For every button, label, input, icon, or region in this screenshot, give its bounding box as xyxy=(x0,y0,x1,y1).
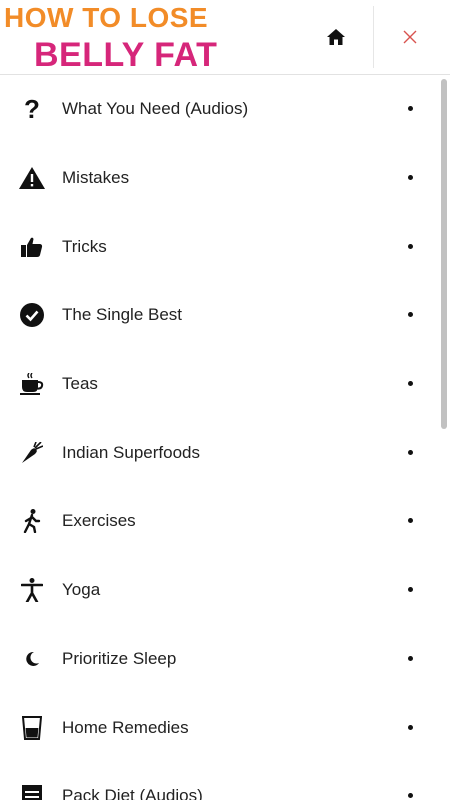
menu-item-label: What You Need (Audios) xyxy=(62,99,249,119)
notepad-icon xyxy=(18,782,46,800)
glass-icon xyxy=(18,714,46,742)
menu-item-label: Pack Diet (Audios) xyxy=(62,786,203,800)
menu-item-label: The Single Best xyxy=(62,305,183,325)
header-divider xyxy=(373,6,374,68)
menu-item-mistakes[interactable]: Mistakes xyxy=(0,144,435,213)
menu-item-the-single-best[interactable]: The Single Best xyxy=(0,281,435,350)
menu-item-label: Mistakes xyxy=(62,168,130,188)
menu-item-yoga[interactable]: Yoga xyxy=(0,556,435,625)
bullet-dot xyxy=(408,175,413,181)
logo-line-1: HOW TO LOSE xyxy=(4,2,209,33)
carrot-icon xyxy=(18,439,46,467)
tea-cup-icon xyxy=(18,370,46,398)
bullet-dot xyxy=(408,312,413,318)
bullet-dot xyxy=(408,381,413,387)
walking-icon xyxy=(18,507,46,535)
question-mark-icon: ? xyxy=(18,95,46,123)
menu-item-prioritize-sleep[interactable]: Prioritize Sleep xyxy=(0,625,435,694)
bullet-dot xyxy=(408,106,413,112)
header: HOW TO LOSE BELLY FAT xyxy=(0,0,450,75)
menu-item-label: Exercises xyxy=(62,511,136,531)
bullet-dot xyxy=(408,518,413,524)
menu-item-label: Home Remedies xyxy=(62,717,189,737)
close-button[interactable] xyxy=(392,22,428,52)
menu-item-what-you-need[interactable]: ? What You Need (Audios) xyxy=(0,75,435,144)
menu-item-label: Yoga xyxy=(62,580,101,600)
menu-item-exercises[interactable]: Exercises xyxy=(0,487,435,556)
bullet-dot xyxy=(408,793,413,799)
menu-item-pack-diet[interactable]: Pack Diet (Audios) xyxy=(0,762,435,800)
warning-icon xyxy=(18,164,46,192)
menu-item-teas[interactable]: Teas xyxy=(0,350,435,419)
menu-item-label: Prioritize Sleep xyxy=(62,648,177,668)
menu-item-tricks[interactable]: Tricks xyxy=(0,212,435,281)
moon-icon xyxy=(18,645,46,673)
bullet-dot xyxy=(408,587,413,593)
side-menu: ? What You Need (Audios) Mistakes Tricks… xyxy=(0,75,435,800)
thumbs-up-icon xyxy=(18,233,46,261)
home-icon xyxy=(327,29,345,45)
check-circle-icon xyxy=(18,301,46,329)
home-button[interactable] xyxy=(318,22,354,52)
bullet-dot xyxy=(408,655,413,661)
logo-line-2: BELLY FAT xyxy=(34,36,218,74)
menu-item-home-remedies[interactable]: Home Remedies xyxy=(0,693,435,762)
bullet-dot xyxy=(408,724,413,730)
scrollbar-thumb[interactable] xyxy=(441,79,447,429)
menu-item-label: Tricks xyxy=(62,236,107,256)
menu-item-label: Indian Superfoods xyxy=(62,442,200,462)
close-icon xyxy=(403,30,417,44)
menu-item-indian-superfoods[interactable]: Indian Superfoods xyxy=(0,418,435,487)
svg-text:?: ? xyxy=(24,96,40,122)
scrollbar[interactable] xyxy=(438,75,450,800)
menu-item-label: Teas xyxy=(62,374,98,394)
bullet-dot xyxy=(408,449,413,455)
app-logo[interactable]: HOW TO LOSE BELLY FAT xyxy=(0,0,250,74)
yoga-pose-icon xyxy=(18,576,46,604)
menu-screen: HOW TO LOSE BELLY FAT ? What You Need (A… xyxy=(0,0,450,800)
bullet-dot xyxy=(408,243,413,249)
